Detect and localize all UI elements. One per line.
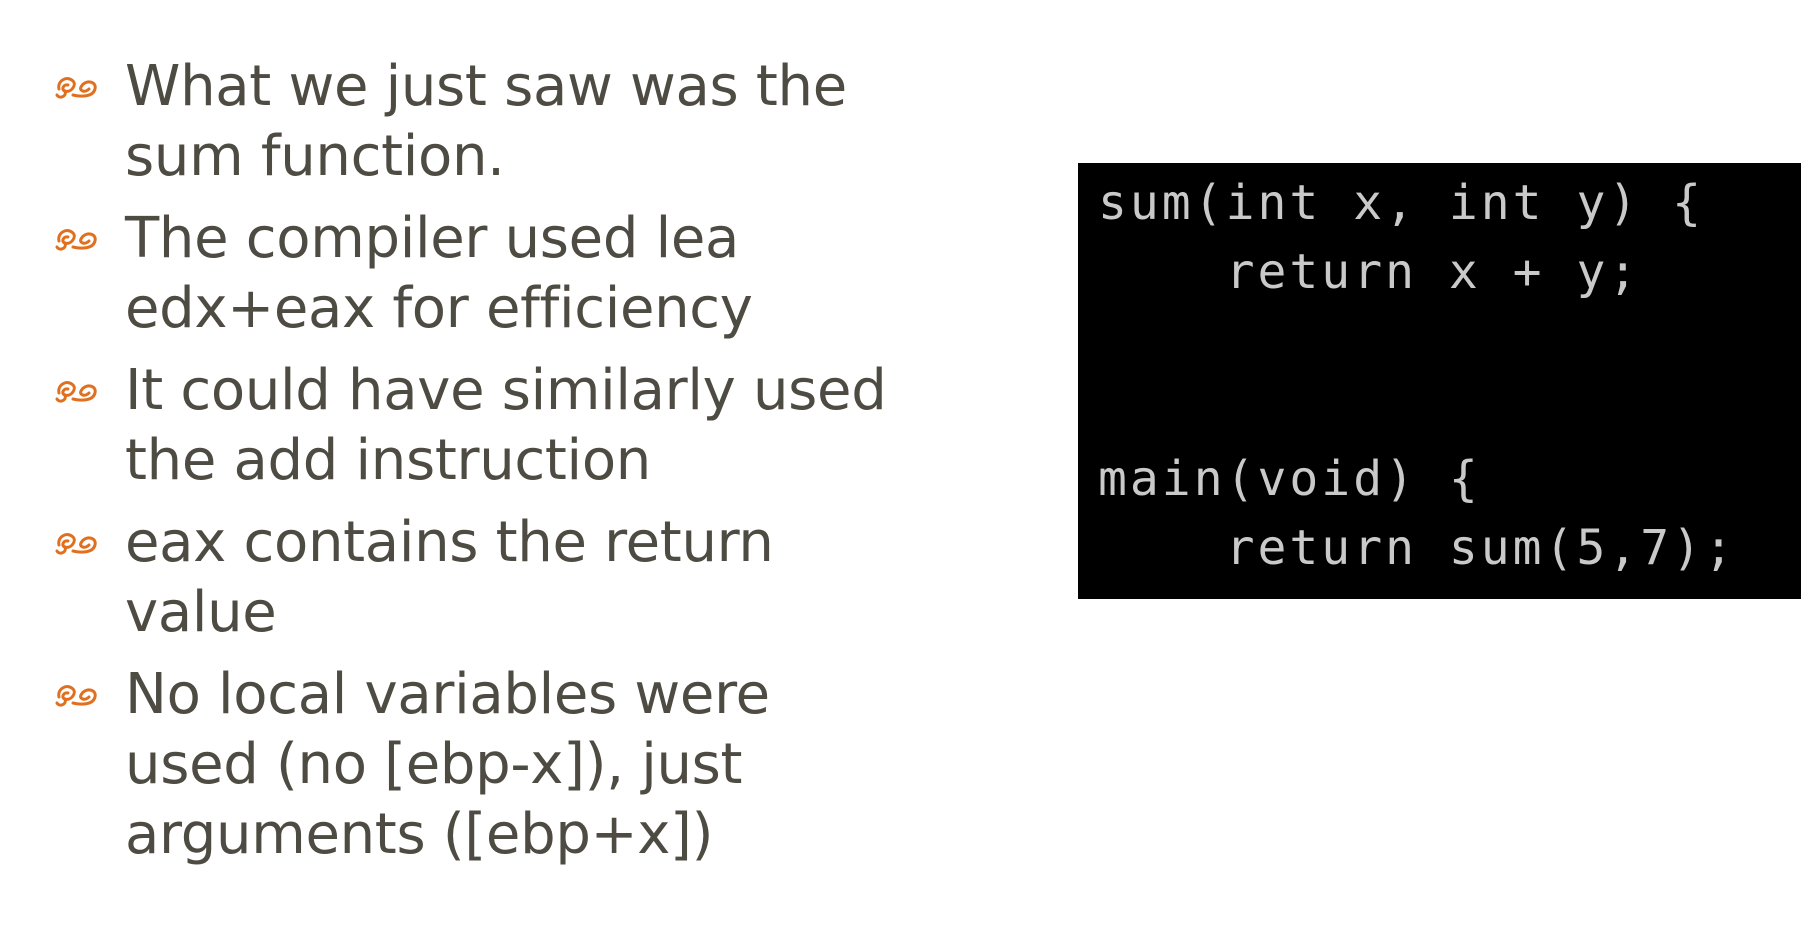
bullet-item: What we just saw was the sum function. xyxy=(48,52,888,192)
bullet-list: What we just saw was the sum function. T… xyxy=(48,52,888,882)
bullet-item: eax contains the return value xyxy=(48,508,888,648)
bullet-item: The compiler used lea edx+eax for effici… xyxy=(48,204,888,344)
code-line: return sum(5,7); xyxy=(1098,520,1736,576)
fleuron-bullet-icon xyxy=(55,685,97,707)
bullet-text: It could have similarly used the add ins… xyxy=(125,358,887,493)
code-line: main(void) { xyxy=(1098,451,1481,507)
bullet-item: No local variables were used (no [ebp-x]… xyxy=(48,660,888,870)
slide: What we just saw was the sum function. T… xyxy=(0,0,1816,940)
code-block: sum(int x, int y) { return x + y; main(v… xyxy=(1098,169,1736,583)
code-line: return x + y; xyxy=(1098,244,1641,300)
bullet-text: The compiler used lea edx+eax for effici… xyxy=(125,206,753,341)
bullet-text: What we just saw was the sum function. xyxy=(125,54,847,189)
fleuron-bullet-icon xyxy=(55,77,97,99)
fleuron-bullet-icon xyxy=(55,229,97,251)
fleuron-bullet-icon xyxy=(55,533,97,555)
code-screenshot: sum(int x, int y) { return x + y; main(v… xyxy=(1078,163,1801,599)
fleuron-bullet-icon xyxy=(55,381,97,403)
code-line: sum(int x, int y) { xyxy=(1098,175,1705,231)
bullet-item: It could have similarly used the add ins… xyxy=(48,356,888,496)
bullet-text: eax contains the return value xyxy=(125,510,774,645)
bullet-text: No local variables were used (no [ebp-x]… xyxy=(125,662,770,867)
